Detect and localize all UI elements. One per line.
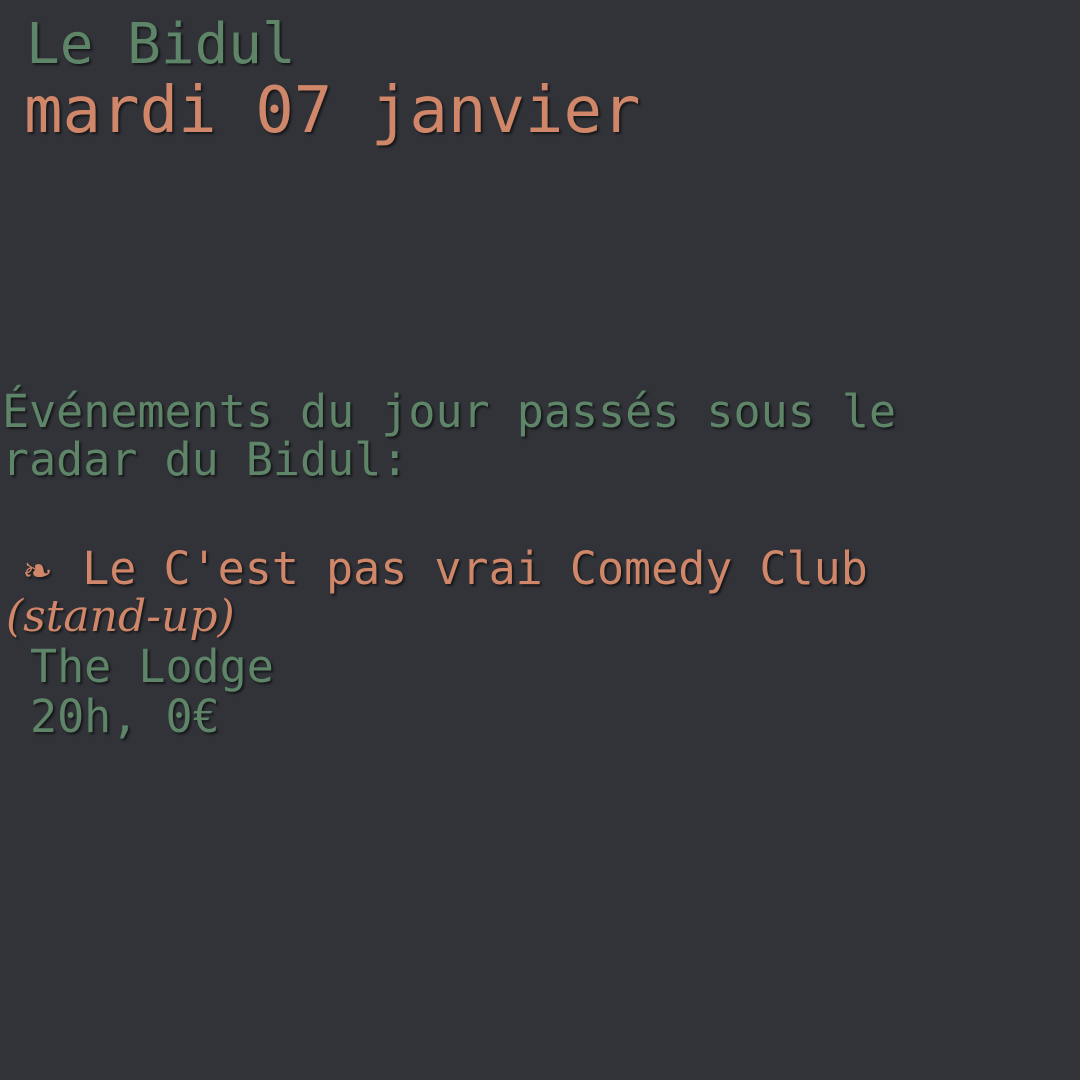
intro-text: Événements du jour passés sous le radar … bbox=[2, 385, 897, 486]
date-heading: mardi 07 janvier bbox=[24, 74, 641, 148]
floral-heart-icon: ❧ bbox=[24, 542, 52, 595]
event-title: Le C'est pas vrai Comedy Club bbox=[82, 542, 868, 595]
event-title-line: ❧ Le C'est pas vrai Comedy Club bbox=[4, 544, 1074, 594]
event-venue: The Lodge bbox=[30, 640, 274, 693]
event-genre: (stand-up) bbox=[6, 591, 235, 642]
event-item: ❧ Le C'est pas vrai Comedy Club (stand-u… bbox=[4, 544, 1074, 742]
event-time-price: 20h, 0€ bbox=[30, 690, 220, 743]
brand-title: Le Bidul bbox=[26, 12, 296, 77]
